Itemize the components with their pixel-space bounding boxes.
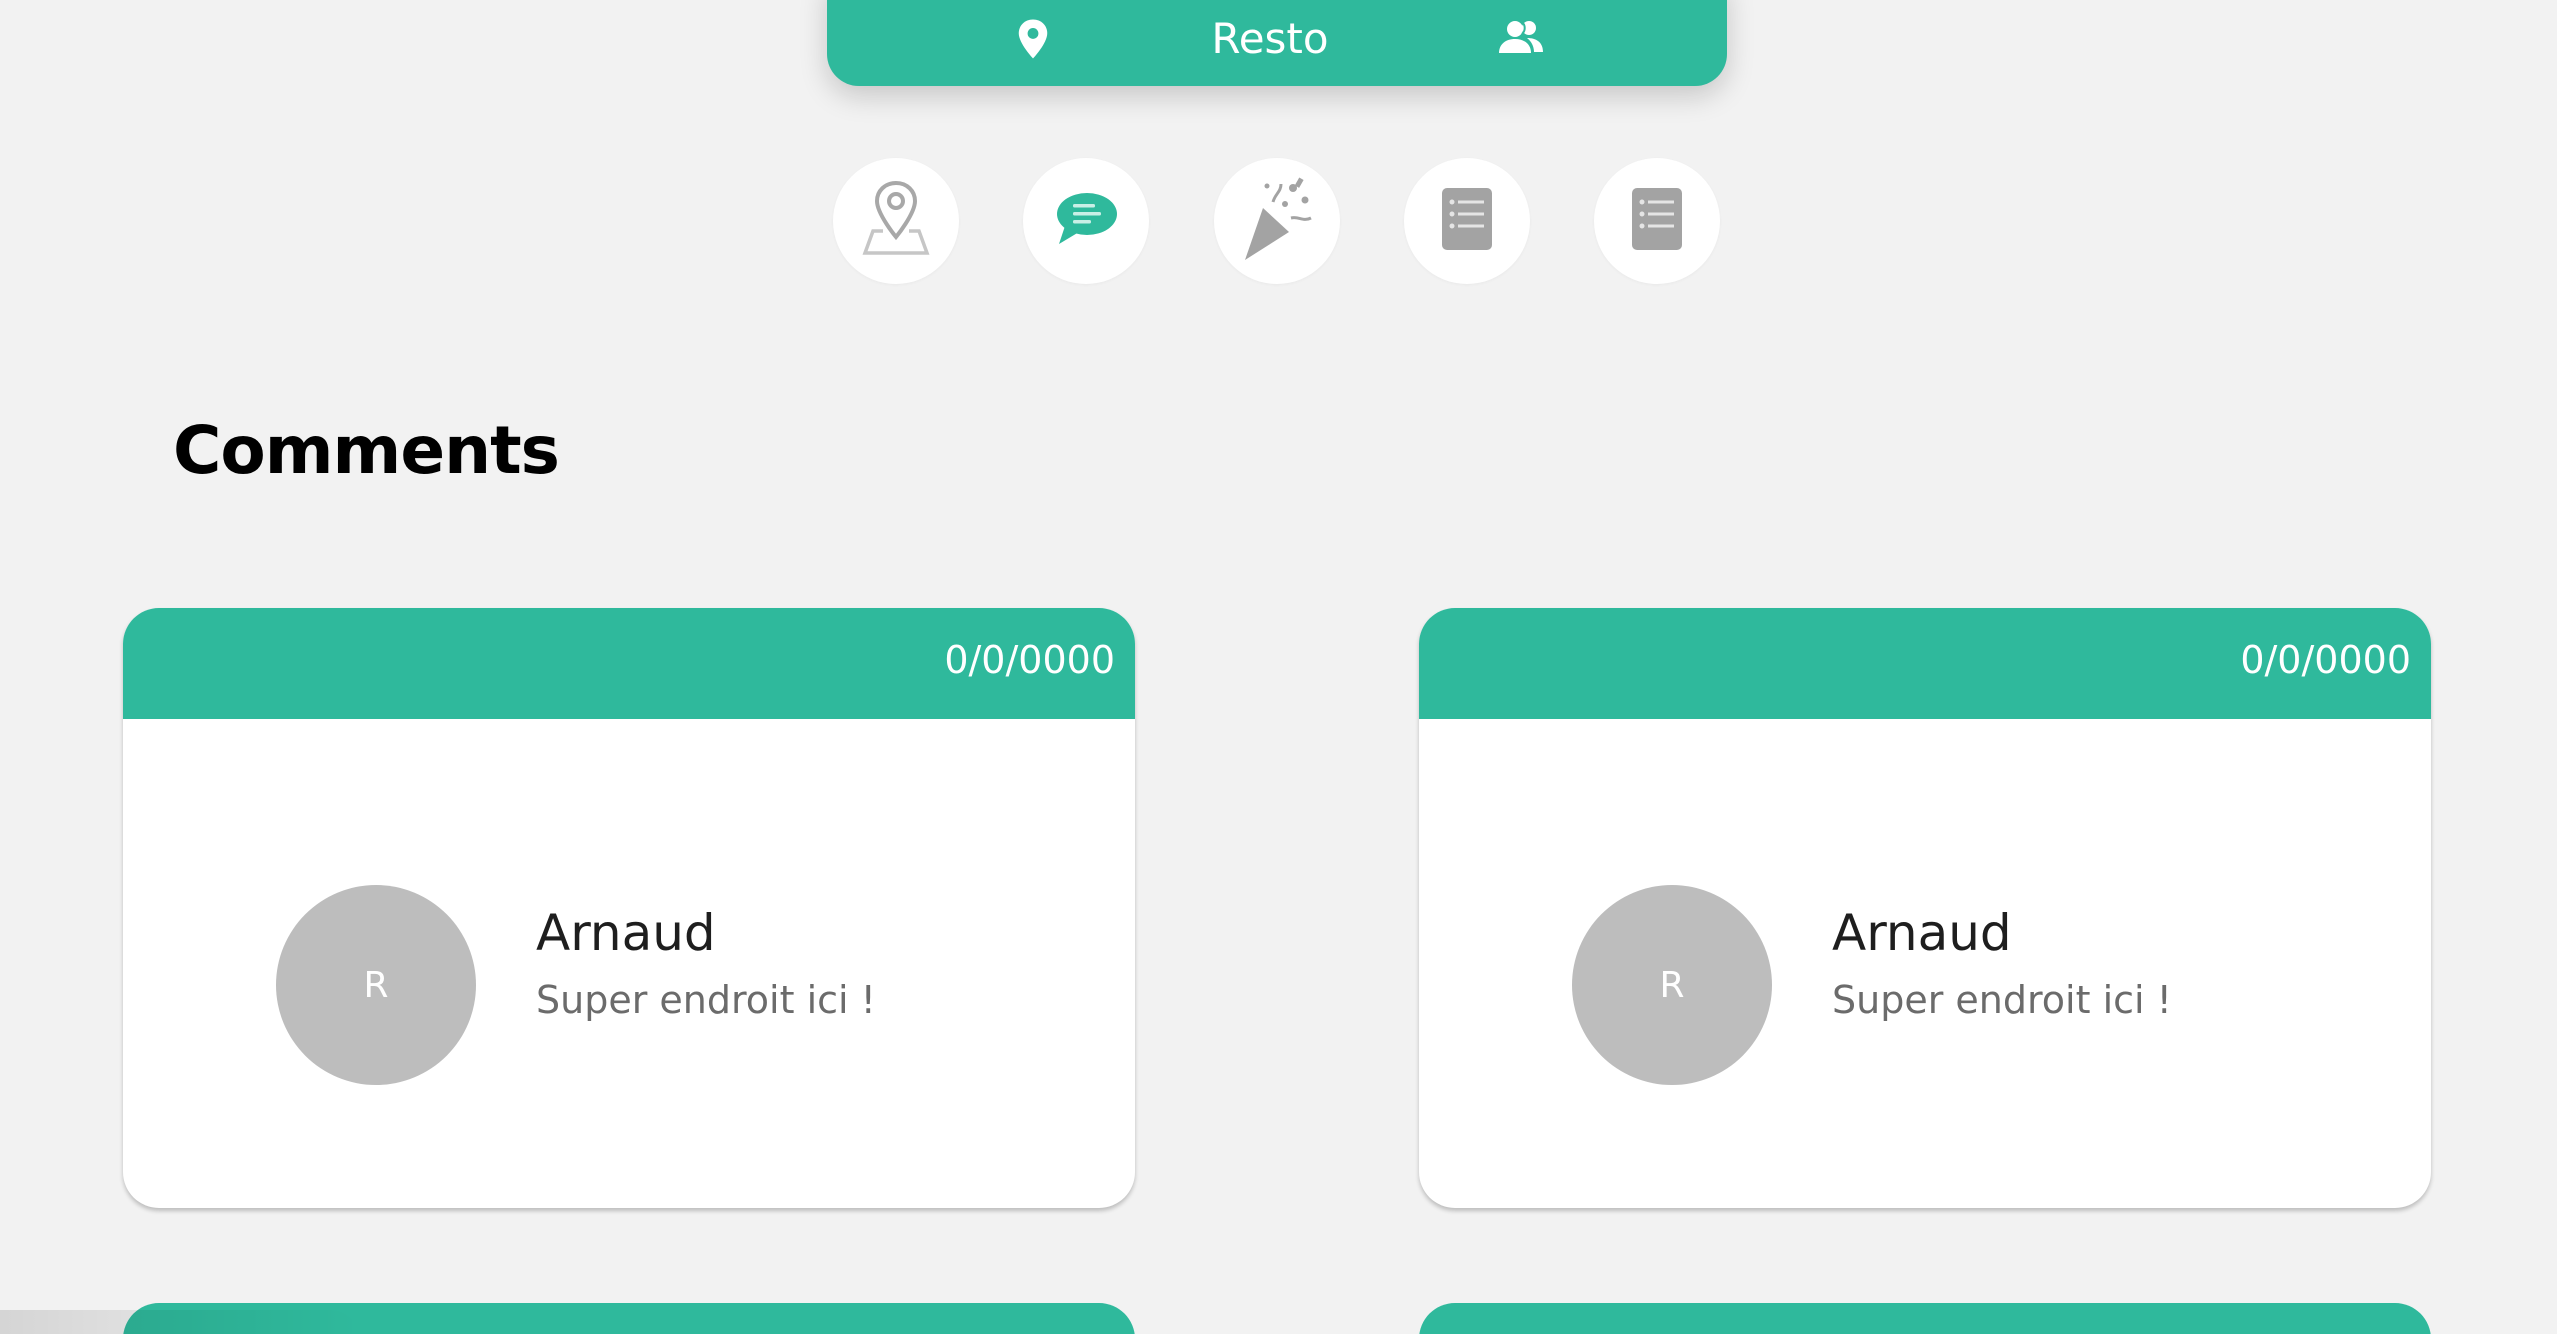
nav-button-comments[interactable]: [1023, 158, 1149, 284]
party-popper-icon: [1239, 174, 1315, 269]
list-document-icon: [1440, 186, 1494, 257]
comment-icon: [1053, 190, 1119, 253]
map-pin-icon: [861, 179, 931, 264]
comment-text: Super endroit ici !: [1832, 978, 2172, 1022]
avatar: R: [276, 885, 476, 1085]
comment-card[interactable]: 0/0/0000 R Arnaud Super endroit ici !: [1419, 608, 2431, 1208]
avatar-letter: R: [363, 964, 389, 1006]
bottom-sheet-edge: [0, 1310, 360, 1334]
nav-button-list-2[interactable]: [1594, 158, 1720, 284]
comment-author: Arnaud: [536, 904, 716, 962]
avatar: R: [1572, 885, 1772, 1085]
nav-button-list-1[interactable]: [1404, 158, 1530, 284]
header-bar: Resto: [827, 0, 1727, 86]
comment-author: Arnaud: [1832, 904, 2012, 962]
comment-card-partial[interactable]: [1419, 1303, 2431, 1334]
list-document-icon: [1630, 186, 1684, 257]
comment-text: Super endroit ici !: [536, 978, 876, 1022]
comment-date: 0/0/0000: [944, 638, 1115, 682]
avatar-letter: R: [1659, 964, 1685, 1006]
nav-button-events[interactable]: [1214, 158, 1340, 284]
comment-date: 0/0/0000: [2240, 638, 2411, 682]
page: Resto Comments 0/0/0000 R Arnaud Super e…: [0, 0, 2557, 1334]
comment-card[interactable]: 0/0/0000 R Arnaud Super endroit ici !: [123, 608, 1135, 1208]
section-title: Comments: [173, 412, 560, 489]
nav-button-map[interactable]: [833, 158, 959, 284]
header-title: Resto: [1211, 14, 1329, 63]
people-icon[interactable]: [1497, 20, 1545, 59]
